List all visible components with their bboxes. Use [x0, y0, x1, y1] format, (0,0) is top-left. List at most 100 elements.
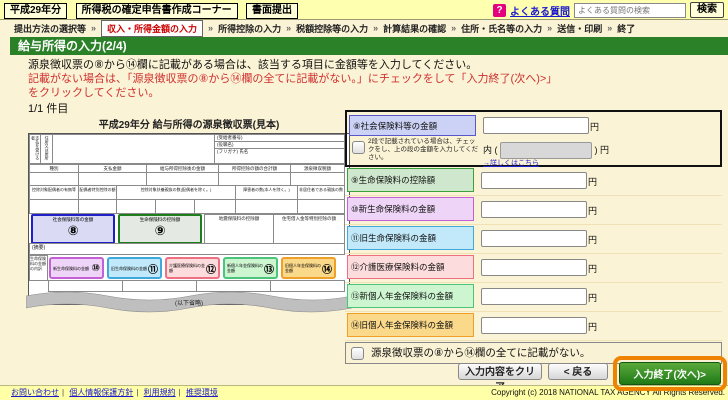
- top-bar: 平成29年分 所得税の確定申告書作成コーナー 書面提出 ? よくある質問 検索: [0, 0, 728, 20]
- instruction-line-3: をクリックしてください。: [28, 87, 160, 99]
- field14-row: ⑭旧個人年金保険料の金額 円: [345, 313, 722, 341]
- breadcrumb: 提出方法の選択等 » 収入・所得金額の入力 » 所得控除の入力 » 税額控除等の…: [0, 19, 728, 37]
- step-deductions: 所得控除の入力: [218, 23, 282, 34]
- field12-row: ⑫介護医療保険料の金額 円: [345, 255, 722, 283]
- yen-label: 円: [588, 264, 598, 274]
- slip-torn-edge: (以下省略): [26, 291, 352, 313]
- yen-label: 円: [590, 122, 600, 132]
- field11-label: ⑪旧生命保険料の金額: [347, 226, 474, 250]
- slip-box-14: 旧個人年金保険料の金額 ⑭: [281, 257, 336, 279]
- contact-link[interactable]: お問い合わせ: [11, 388, 59, 397]
- slip-v-dep1: [116, 199, 156, 214]
- faq-link[interactable]: よくある質問: [510, 3, 570, 18]
- field12-amount-input[interactable]: [481, 259, 587, 276]
- slip-title: 平成29年分 給与所得の源泉徴収票(見本): [98, 120, 280, 131]
- step-results: 計算結果の確認: [383, 23, 447, 34]
- instruction-line-2: 記載がない場合は、「源泉徴収票の⑧から⑭欄の全てに記載がない。」にチェックをして…: [28, 73, 558, 85]
- next-button-highlight: 入力終了(次へ)>: [612, 356, 727, 391]
- terms-link[interactable]: 利用規約: [144, 388, 176, 397]
- environment-link[interactable]: 推奨環境: [186, 388, 218, 397]
- yen-label: 円: [588, 322, 598, 332]
- slip-address-value: [52, 134, 215, 164]
- inner-suffix: ) 円: [594, 144, 610, 155]
- slip-v-spouse-special: [78, 199, 117, 214]
- step-tax-credits: 税額控除等の入力: [296, 23, 369, 34]
- field11-amount-input[interactable]: [481, 230, 587, 247]
- slip-sheet: 支払を受ける者 住所又は居所 (受給者番号) (役職名) (フリガナ) 氏名 種…: [26, 133, 352, 313]
- yen-label: 円: [588, 206, 598, 216]
- breadcrumb-separator: »: [373, 23, 379, 33]
- two-tier-checkbox[interactable]: [352, 141, 365, 154]
- instructions: 源泉徴収票の⑧から⑭欄に記載がある場合は、該当する項目に金額等を入力してください…: [28, 58, 718, 100]
- question-icon: ?: [493, 3, 506, 17]
- slip-h-nonresident: 非居住者である親族の数: [297, 185, 345, 200]
- slip-v-withheld: [290, 172, 345, 186]
- page-bottom-space: [0, 400, 728, 420]
- slip-box-11-number: ⑪: [148, 264, 158, 276]
- no-entries-checkbox[interactable]: [351, 347, 364, 360]
- slip-box-14-label: 旧個人年金保険料の金額: [285, 263, 321, 273]
- slip-box-12-label: 介護医療保険料の金額: [169, 263, 205, 273]
- step-print: 送信・印刷: [557, 23, 603, 34]
- clear-button[interactable]: 入力内容をクリア: [458, 363, 542, 393]
- slip-box-11: 旧生命保険料の金額 ⑪: [107, 257, 162, 279]
- slip-box-8-number: ⑧: [67, 223, 79, 238]
- slip-v-disabled: [235, 199, 298, 214]
- slip-box-10-number: ⑩: [91, 262, 100, 274]
- field10-amount-input[interactable]: [481, 201, 587, 218]
- page: 平成29年分 所得税の確定申告書作成コーナー 書面提出 ? よくある質問 検索 …: [0, 0, 728, 420]
- breadcrumb-separator: »: [208, 23, 214, 33]
- step-address: 住所・氏名等の入力: [461, 23, 543, 34]
- slip-box-14-number: ⑭: [322, 264, 332, 276]
- inner-prefix: 内 (: [483, 144, 498, 155]
- app-title-chip: 所得税の確定申告書作成コーナー: [75, 3, 238, 19]
- slip-box-10-label: 新生命保険料の金額: [53, 265, 89, 271]
- field13-row: ⑬新個人年金保険料の金額 円: [345, 284, 722, 312]
- slip-box-9: 生命保険料の控除額 ⑨: [118, 214, 202, 244]
- field9-row: ⑨生命保険料の控除額 円: [345, 168, 722, 196]
- faq-search-input[interactable]: [574, 2, 686, 18]
- footer-separator: |: [136, 388, 139, 397]
- two-tier-note: 2段で記載されている場合は、チェックをし、上の段の金額を入力してください。: [368, 138, 479, 161]
- yen-label: 円: [588, 235, 598, 245]
- field12-label: ⑫介護医療保険料の金額: [347, 255, 474, 279]
- field13-amount-input[interactable]: [481, 288, 587, 305]
- withholding-slip-sample: 平成29年分 給与所得の源泉徴収票(見本) 支払を受ける者 住所又は居所 (受給…: [26, 116, 352, 313]
- slip-name: (フリガナ) 氏名: [214, 148, 345, 164]
- slip-housing-cell: 住宅借入金等特別控除の額: [273, 214, 345, 244]
- privacy-link[interactable]: 個人情報保護方針: [69, 388, 133, 397]
- slip-v-spouse: [29, 199, 79, 214]
- search-button[interactable]: 検索: [690, 2, 724, 18]
- next-button[interactable]: 入力終了(次へ)>: [618, 362, 721, 385]
- inner-amount-line: 内 ( ) 円: [483, 142, 609, 159]
- field14-amount-input[interactable]: [481, 317, 587, 334]
- breadcrumb-separator: »: [547, 23, 553, 33]
- slip-v-dep3: [194, 199, 236, 214]
- back-button[interactable]: < 戻る: [548, 363, 608, 380]
- slip-v-type: [29, 172, 79, 186]
- details-link[interactable]: →詳しくはこちら: [483, 158, 539, 168]
- breadcrumb-separator: »: [286, 23, 292, 33]
- slip-omitted-text: (以下省略): [175, 299, 203, 307]
- slip-box-13-label: 新個人年金保険料の金額: [227, 263, 263, 273]
- field13-label: ⑬新個人年金保険料の金額: [347, 284, 474, 308]
- slip-box-13: 新個人年金保険料の金額 ⑬: [223, 257, 278, 279]
- slip-box-9-number: ⑨: [154, 223, 166, 238]
- field8-group: ⑧社会保険料等の金額 円 2段で記載されている場合は、チェックをし、上の段の金額…: [345, 110, 722, 167]
- breadcrumb-separator: »: [451, 23, 457, 33]
- year-chip: 平成29年分: [4, 3, 68, 19]
- slip-h-dependents: 控除対象扶養親族の数(配偶者を除く。): [116, 185, 236, 200]
- field14-label: ⑭旧個人年金保険料の金額: [347, 313, 474, 337]
- field8-label: ⑧社会保険料等の金額: [349, 115, 476, 136]
- slip-v-total: [218, 172, 291, 186]
- slip-note-row: (摘要): [29, 243, 345, 255]
- field8-amount-input[interactable]: [483, 117, 589, 134]
- slip-box-11-label: 旧生命保険料の金額: [111, 265, 147, 271]
- yen-label: 円: [588, 177, 598, 187]
- field9-amount-input[interactable]: [481, 172, 587, 189]
- slip-box-13-number: ⑬: [264, 264, 274, 276]
- slip-h-spouse: 控除対象配偶者の有無等: [29, 185, 79, 200]
- submission-mode-chip: 書面提出: [246, 3, 299, 19]
- breadcrumb-separator: »: [91, 23, 97, 33]
- footer-links: お問い合わせ | 個人情報保護方針 | 利用規約 | 推奨環境: [8, 386, 221, 400]
